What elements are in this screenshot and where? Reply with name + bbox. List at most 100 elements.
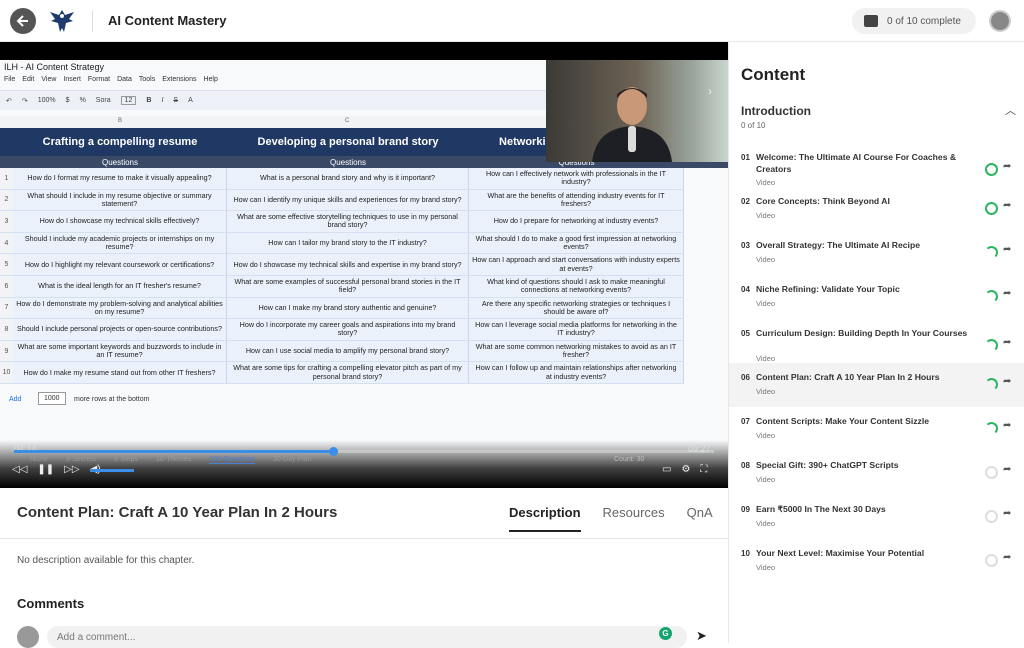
row-number: 7 (0, 297, 13, 319)
lesson-item[interactable]: 09 Earn ₹5000 In The Next 30 Days Video ➦ (729, 495, 1024, 539)
sheet-menu-item: Insert (63, 76, 81, 83)
share-arrow-icon[interactable]: ➦ (1003, 288, 1011, 299)
lesson-progress-ring-icon (985, 202, 998, 215)
lesson-number: 02 (741, 197, 750, 206)
tabs-divider (0, 538, 728, 539)
lesson-item[interactable]: 03 Overall Strategy: The Ultimate AI Reci… (729, 231, 1024, 275)
lesson-type: Video (756, 354, 776, 363)
arrow-left-icon (16, 15, 28, 27)
lesson-item[interactable]: 01 Welcome: The Ultimate AI Course For Co… (729, 143, 1024, 187)
sheet-menu-item: Tools (138, 76, 156, 83)
share-arrow-icon[interactable]: ➦ (1003, 244, 1011, 255)
comment-input[interactable]: Add a comment... (47, 626, 687, 648)
course-progress-icon (864, 15, 878, 27)
lesson-item[interactable]: 07 Content Scripts: Make Your Content Siz… (729, 407, 1024, 451)
add-rows-input[interactable]: 1000 (38, 392, 66, 405)
sheet-cell: What are some tips for crafting a compel… (227, 362, 469, 383)
settings-gear-icon[interactable]: ⚙ (681, 464, 690, 475)
text-color-icon: A (188, 97, 193, 104)
share-arrow-icon[interactable]: ➦ (1003, 376, 1011, 387)
lesson-type: Video (756, 563, 776, 572)
row-number: 4 (0, 232, 13, 254)
share-arrow-icon[interactable]: ➦ (1003, 337, 1011, 348)
video-player[interactable]: ILH - AI Content Strategy File Edit View In… (0, 42, 728, 488)
seek-bar-handle[interactable] (328, 447, 338, 456)
lesson-type: Video (756, 387, 776, 396)
lesson-title: Earn ₹5000 In The Next 30 Days (756, 504, 886, 514)
lesson-number: 01 (741, 153, 750, 162)
add-rows-button[interactable]: Add (9, 396, 21, 403)
lesson-number: 09 (741, 505, 750, 514)
playback-controls: ◁◁ ❚❚ ▷▷ ◀) (12, 464, 101, 475)
rewind-icon[interactable]: ◁◁ (12, 464, 27, 475)
lesson-title: Niche Refining: Validate Your Topic (756, 284, 900, 294)
chapter-description: No description available for this chapte… (17, 555, 195, 566)
share-arrow-icon[interactable]: ➦ (1003, 508, 1011, 519)
row-number: 1 (0, 168, 13, 189)
back-button[interactable] (10, 8, 36, 34)
strike-icon: S (173, 97, 179, 104)
row-number: 2 (0, 189, 13, 211)
sheet-tab: Niche (30, 456, 48, 463)
header-cell: Developing a personal brand story (257, 136, 439, 148)
share-arrow-icon[interactable]: ➦ (1003, 420, 1011, 431)
sheet-cell: What kind of questions should I ask to m… (469, 275, 684, 297)
tab-resources[interactable]: Resources (603, 505, 665, 532)
grammarly-icon[interactable]: G (659, 627, 672, 640)
forward-icon[interactable]: ▷▷ (64, 464, 79, 475)
sheet-row: 10 How do I make my resume stand out from… (0, 362, 684, 384)
lesson-progress-ring-icon (985, 378, 998, 391)
user-avatar[interactable] (989, 10, 1011, 32)
sheet-tab: 10-Themes (156, 456, 192, 463)
lesson-item[interactable]: 05 Curriculum Design: Building Depth In Y… (729, 319, 1024, 363)
section-title[interactable]: Introduction (741, 104, 811, 118)
content-sidebar: Content Introduction ︿ 0 of 10 01 Welcome… (728, 42, 1024, 643)
lesson-item[interactable]: 06 Content Plan: Craft A 10 Year Plan In … (729, 363, 1024, 407)
pause-icon[interactable]: ❚❚ (37, 464, 54, 475)
sheet-cell: How can I tailor my brand story to the I… (227, 232, 469, 254)
tab-description[interactable]: Description (509, 505, 581, 532)
course-progress-badge[interactable]: 0 of 10 complete (852, 8, 976, 34)
sheet-cell: What should I include in my resume objec… (13, 189, 227, 211)
sheet-cell: How do I demonstrate my problem-solving … (13, 297, 227, 319)
lesson-title: Content Plan: Craft A 10 Year Plan In 2 … (756, 372, 940, 382)
webcam-overlay (546, 60, 728, 162)
volume-slider[interactable] (90, 469, 134, 472)
row-number: 3 (0, 211, 13, 232)
sidebar-title: Content (741, 65, 806, 84)
sheet-menu-item: Edit (22, 76, 35, 83)
fullscreen-icon[interactable]: ⛶ (700, 464, 707, 475)
undo-icon: ↶ (6, 97, 12, 105)
player-right-controls: ▭ ⚙ ⛶ (662, 464, 707, 475)
italic-icon: I (161, 97, 164, 104)
sheet-row: 7 How do I demonstrate my problem-solving… (0, 297, 684, 320)
lesson-item[interactable]: 02 Core Concepts: Think Beyond AI Video ➦ (729, 187, 1024, 231)
add-rows-bar: Add 1000 more rows at the bottom (0, 392, 546, 416)
sheet-toolbar: ↶ ↷ 100% $ % Sora 12 B I S A (0, 90, 546, 110)
share-arrow-icon[interactable]: ➦ (1003, 161, 1011, 172)
captions-icon[interactable]: ▭ (662, 464, 671, 475)
share-arrow-icon[interactable]: ➦ (1003, 200, 1011, 211)
lesson-item[interactable]: 04 Niche Refining: Validate Your Topic Vid… (729, 275, 1024, 319)
sheet-cell: How can I effectively network with profe… (469, 168, 684, 189)
seek-bar[interactable] (14, 447, 714, 456)
chevron-up-icon[interactable]: ︿ (1005, 102, 1016, 118)
sheet-cell: How can I approach and start conversatio… (469, 254, 684, 275)
share-arrow-icon[interactable]: ➦ (1003, 552, 1011, 563)
send-icon[interactable]: ➤ (696, 628, 707, 644)
sheet-cell: What are some common networking mistakes… (469, 340, 684, 362)
lesson-type: Video (756, 255, 776, 264)
sheet-cell: How do I make my resume stand out from o… (13, 362, 227, 383)
share-arrow-icon[interactable]: ➦ (1003, 464, 1011, 475)
sheet-cell: How do I showcase my technical skills an… (227, 254, 469, 275)
comments-heading: Comments (17, 596, 85, 611)
lesson-item[interactable]: 10 Your Next Level: Maximise Your Potenti… (729, 539, 1024, 583)
lesson-title: Special Gift: 390+ ChatGPT Scripts (756, 460, 899, 470)
lesson-item[interactable]: 08 Special Gift: 390+ ChatGPT Scripts Vide… (729, 451, 1024, 495)
column-letter-b: B (118, 118, 123, 124)
tab-qna[interactable]: QnA (687, 505, 713, 532)
lesson-progress-ring-icon (985, 422, 998, 435)
selection-count: Count: 30 (614, 456, 645, 463)
sheet-cell: How can I use social media to amplify my… (227, 340, 469, 362)
chevron-right-icon[interactable]: › (708, 84, 712, 98)
